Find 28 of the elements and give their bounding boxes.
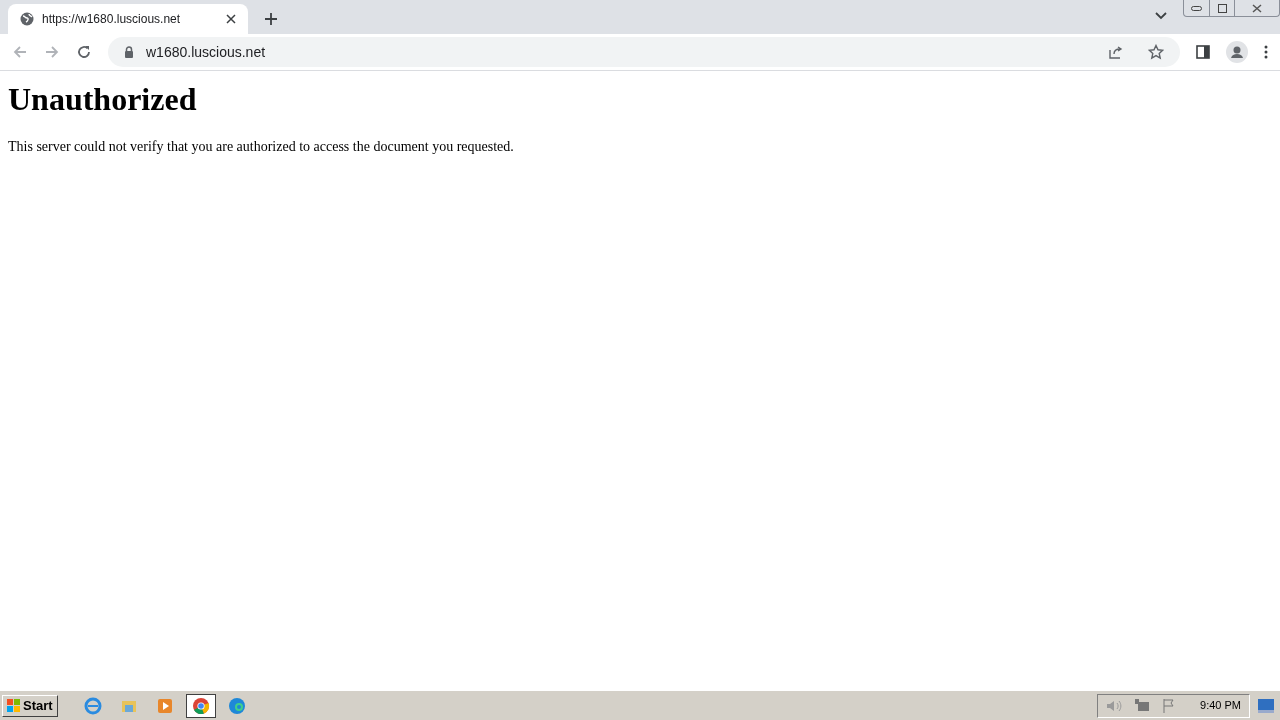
star-icon[interactable] [1148, 44, 1164, 60]
new-tab-icon[interactable] [264, 12, 278, 26]
network-icon[interactable] [1134, 697, 1151, 714]
address-bar[interactable]: w1680.luscious.net [108, 37, 1180, 67]
chevron-down-icon[interactable] [1155, 12, 1167, 20]
lock-icon [124, 46, 134, 58]
side-panel-icon[interactable] [1196, 45, 1210, 59]
play-icon [155, 696, 174, 715]
profile-icon[interactable] [1226, 41, 1248, 63]
taskbar-app[interactable] [185, 693, 216, 718]
error-message: This server could not verify that you are authorized to access the document you requested. [8, 138, 515, 156]
start-button[interactable]: Start [2, 694, 58, 717]
clock[interactable]: 9:40 PM [1200, 697, 1241, 714]
reload-icon[interactable] [76, 44, 92, 60]
edge-icon [227, 696, 246, 715]
show-desktop-icon[interactable] [1258, 698, 1274, 713]
chrome-icon [191, 696, 210, 715]
close-icon [1252, 3, 1262, 13]
globe-icon [20, 12, 34, 26]
page-heading: Unauthorized [8, 80, 198, 118]
menu-icon[interactable] [1264, 45, 1268, 59]
globe-e-icon [83, 696, 102, 715]
tab-title: https://w1680.luscious.net [42, 11, 182, 28]
url-text: w1680.luscious.net [146, 42, 267, 62]
close-icon[interactable] [226, 14, 236, 24]
windows-logo-icon [7, 698, 21, 713]
browser-tab[interactable]: https://w1680.luscious.net [8, 4, 248, 34]
share-icon[interactable] [1108, 44, 1124, 60]
